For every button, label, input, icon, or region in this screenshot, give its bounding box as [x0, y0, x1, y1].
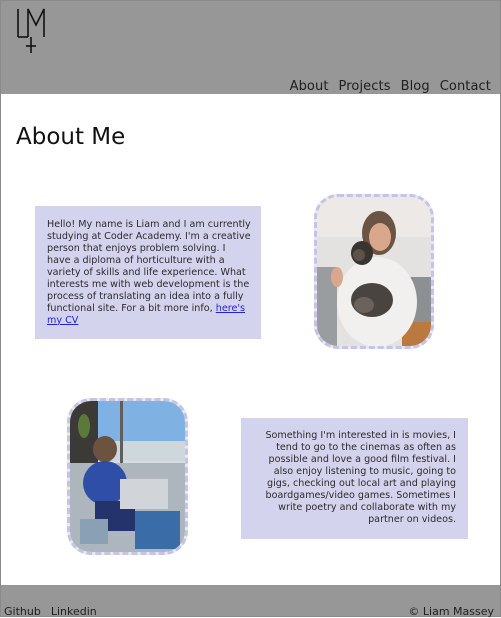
page-title: About Me [16, 124, 126, 150]
interests-text: Something I'm interested in is movies, I… [265, 430, 456, 525]
main-nav: About Projects Blog Contact [290, 79, 491, 94]
photo-desk-image [70, 401, 185, 552]
site-header: About Projects Blog Contact [1, 1, 500, 94]
lm-logo-icon[interactable] [15, 7, 49, 55]
profile-photo-with-cat [314, 194, 434, 349]
interests-card: Something I'm interested in is movies, I… [241, 418, 468, 539]
intro-text: Hello! My name is Liam and I am currentl… [47, 219, 251, 314]
footer-link-linkedin[interactable]: Linkedin [51, 605, 97, 618]
nav-link-projects[interactable]: Projects [339, 79, 391, 94]
nav-link-about[interactable]: About [290, 79, 329, 94]
photo-at-desk [67, 398, 188, 555]
nav-link-blog[interactable]: Blog [401, 79, 430, 94]
site-footer: Github Linkedin © Liam Massey [1, 585, 500, 618]
intro-card: Hello! My name is Liam and I am currentl… [35, 206, 261, 339]
footer-link-github[interactable]: Github [4, 605, 41, 618]
nav-link-contact[interactable]: Contact [440, 79, 491, 94]
photo-cat-image [317, 197, 431, 346]
footer-links: Github Linkedin [4, 605, 97, 618]
copyright-text: © Liam Massey [408, 605, 494, 618]
